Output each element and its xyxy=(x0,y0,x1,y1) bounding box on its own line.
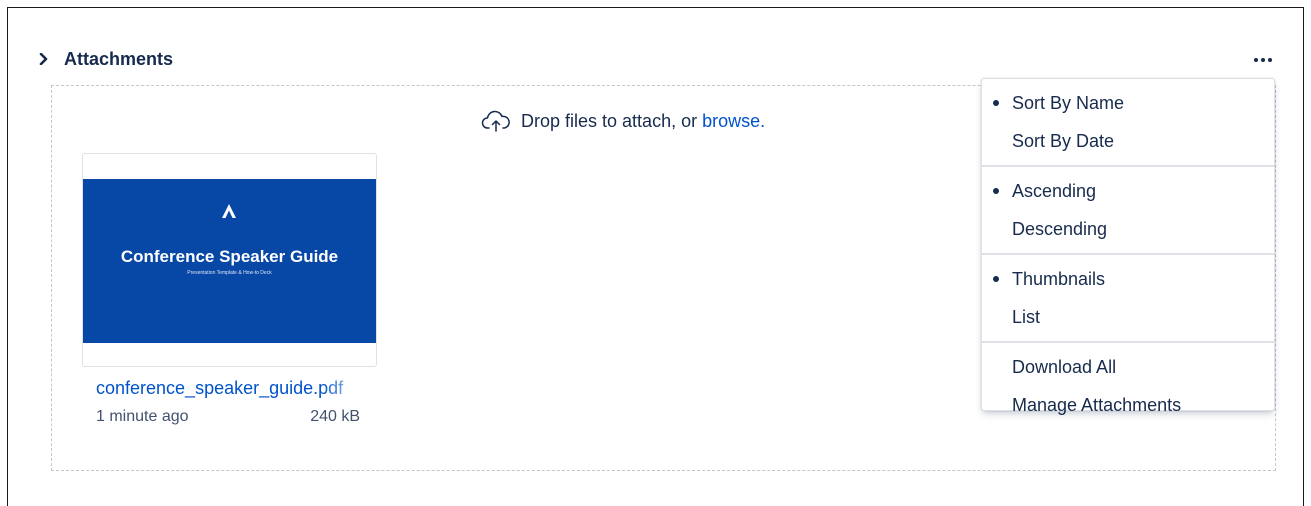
sort-field-group: Sort By Name Sort By Date xyxy=(982,79,1274,167)
section-title: Attachments xyxy=(64,48,174,69)
menu-item-list[interactable]: List xyxy=(982,298,1274,336)
browse-link[interactable]: browse. xyxy=(702,111,765,132)
selected-bullet-icon xyxy=(993,100,999,106)
menu-item-descending[interactable]: Descending xyxy=(982,210,1274,248)
menu-item-label: Ascending xyxy=(1012,180,1097,201)
menu-item-ascending[interactable]: Ascending xyxy=(982,172,1274,210)
menu-item-sort-by-date[interactable]: Sort By Date xyxy=(982,122,1274,160)
menu-item-label: Manage Attachments xyxy=(1012,394,1182,415)
attachment-thumbnail-card[interactable]: Conference Speaker Guide Presentation Te… xyxy=(82,153,377,367)
menu-item-label: Sort By Name xyxy=(1012,92,1125,113)
attachment-thumbnail: Conference Speaker Guide Presentation Te… xyxy=(83,179,376,343)
menu-item-label: Descending xyxy=(1012,218,1108,239)
more-actions-button[interactable] xyxy=(1251,50,1275,70)
menu-item-label: Sort By Date xyxy=(1012,130,1115,151)
attachment-file-name[interactable]: conference_speaker_guide.pdf xyxy=(96,378,371,399)
thumbnail-subtitle: Presentation Template & How-to Deck xyxy=(187,270,272,276)
menu-item-download-all[interactable]: Download All xyxy=(982,348,1274,386)
drop-message: Drop files to attach, or browse. xyxy=(481,108,765,134)
atlassian-logo-icon xyxy=(222,204,236,218)
attachments-header: Attachments xyxy=(36,47,173,71)
selected-bullet-icon xyxy=(993,188,999,194)
attachment-size: 240 kB xyxy=(310,408,360,425)
attachments-options-menu: Sort By Name Sort By Date Ascending Desc… xyxy=(981,78,1275,415)
cloud-upload-icon xyxy=(481,110,510,132)
chevron-right-icon[interactable] xyxy=(36,51,52,67)
drop-message-text: Drop files to attach, or xyxy=(521,110,698,131)
menu-item-label: Thumbnails xyxy=(1012,268,1106,289)
menu-item-label: List xyxy=(1012,306,1041,327)
thumbnail-title: Conference Speaker Guide xyxy=(120,247,339,266)
view-mode-group: Thumbnails List xyxy=(982,255,1274,343)
more-dot xyxy=(1261,58,1265,62)
more-dot xyxy=(1268,58,1272,62)
selected-bullet-icon xyxy=(993,276,999,282)
menu-item-thumbnails[interactable]: Thumbnails xyxy=(982,260,1274,298)
more-dot xyxy=(1254,58,1258,62)
attachment-meta: 1 minute ago 240 kB xyxy=(96,408,360,426)
menu-item-sort-by-name[interactable]: Sort By Name xyxy=(982,84,1274,122)
menu-item-label: Download All xyxy=(1012,356,1117,377)
attachment-time: 1 minute ago xyxy=(96,408,189,425)
sort-order-group: Ascending Descending xyxy=(982,167,1274,255)
actions-group: Download All Manage Attachments xyxy=(982,343,1274,429)
menu-item-manage-attachments[interactable]: Manage Attachments xyxy=(982,386,1274,424)
